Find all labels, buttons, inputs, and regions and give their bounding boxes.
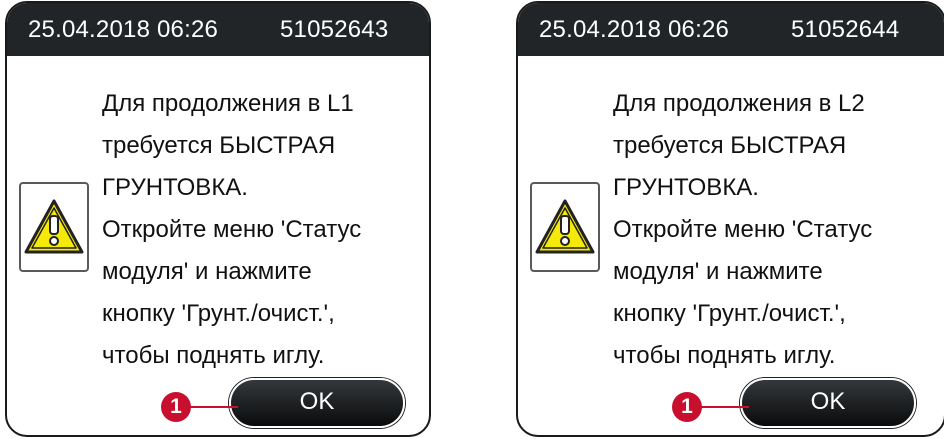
message-line: требуется БЫСТРАЯ <box>613 132 847 159</box>
message-line: Откройте меню 'Статус <box>613 216 873 243</box>
dialog-header: 25.04.2018 06:26 51052643 <box>7 3 429 56</box>
message-line: кнопку 'Грунт./очист.', <box>613 300 846 327</box>
message-line: Откройте меню 'Статус <box>102 216 362 243</box>
message-id: 51052644 <box>791 16 900 43</box>
message-text: Для продолжения в L1 требуется БЫСТРАЯ Г… <box>102 83 429 377</box>
callout-marker: 1 <box>161 392 191 422</box>
message-line: чтобы поднять иглу. <box>102 342 325 369</box>
message-line: чтобы поднять иглу. <box>613 342 836 369</box>
message-line: ГРУНТОВКА. <box>102 174 248 201</box>
callout-marker: 1 <box>672 392 702 422</box>
warning-icon <box>19 182 89 272</box>
timestamp: 25.04.2018 06:26 <box>539 16 730 43</box>
dialog-l2: 25.04.2018 06:26 51052644 Для продолжени… <box>516 1 944 437</box>
message-line: Для продолжения в L1 <box>102 90 354 117</box>
ok-button[interactable]: OK <box>229 378 405 428</box>
message-line: кнопку 'Грунт./очист.', <box>102 300 335 327</box>
message-line: требуется БЫСТРАЯ <box>102 132 336 159</box>
message-line: модуля' и нажмите <box>613 258 823 285</box>
message-line: ГРУНТОВКА. <box>613 174 759 201</box>
message-line: Для продолжения в L2 <box>613 90 865 117</box>
dialog-header: 25.04.2018 06:26 51052644 <box>518 3 944 56</box>
message-line: модуля' и нажмите <box>102 258 312 285</box>
timestamp: 25.04.2018 06:26 <box>28 16 219 43</box>
ok-button[interactable]: OK <box>740 378 916 428</box>
warning-icon <box>530 182 600 272</box>
dialog-l1: 25.04.2018 06:26 51052643 Для продолжени… <box>5 1 431 437</box>
message-text: Для продолжения в L2 требуется БЫСТРАЯ Г… <box>613 83 943 377</box>
message-id: 51052643 <box>280 16 389 43</box>
